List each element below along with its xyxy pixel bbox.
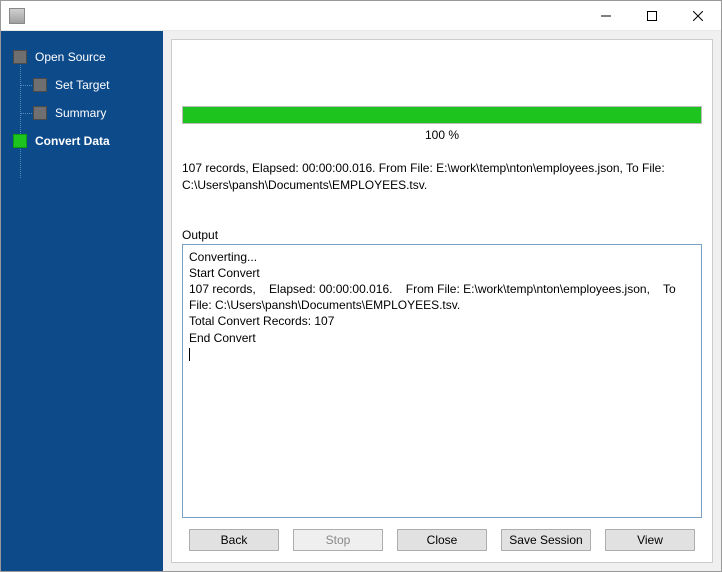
output-line: 107 records, Elapsed: 00:00:00.016. From… [189,282,679,312]
summary-text: 107 records, Elapsed: 00:00:00.016. From… [182,160,702,194]
step-label: Convert Data [35,134,110,148]
window-controls [583,1,721,31]
output-line: Converting... [189,250,257,264]
save-session-button[interactable]: Save Session [501,529,591,551]
output-label: Output [182,228,702,242]
step-convert-data[interactable]: Convert Data [1,127,163,155]
maximize-button[interactable] [629,1,675,31]
output-line: Start Convert [189,266,260,280]
close-button[interactable] [675,1,721,31]
text-caret [189,348,190,361]
content-panel: 100 % 107 records, Elapsed: 00:00:00.016… [171,39,713,563]
back-button[interactable]: Back [189,529,279,551]
step-box-icon [13,134,27,148]
main-panel: 100 % 107 records, Elapsed: 00:00:00.016… [163,31,721,571]
step-summary[interactable]: Summary [1,99,163,127]
app-icon [9,8,25,24]
stop-button[interactable]: Stop [293,529,383,551]
step-label: Summary [55,106,106,120]
step-set-target[interactable]: Set Target [1,71,163,99]
step-open-source[interactable]: Open Source [1,43,163,71]
step-box-icon [13,50,27,64]
step-box-icon [33,78,47,92]
step-label: Set Target [55,78,109,92]
body: Open Source Set Target Summary Convert D… [1,31,721,571]
output-line: Total Convert Records: 107 [189,314,334,328]
progress-fill [183,107,701,123]
wizard-sidebar: Open Source Set Target Summary Convert D… [1,31,163,571]
app-window: Open Source Set Target Summary Convert D… [0,0,722,572]
close-action-button[interactable]: Close [397,529,487,551]
minimize-button[interactable] [583,1,629,31]
view-button[interactable]: View [605,529,695,551]
button-bar: Back Stop Close Save Session View [182,518,702,554]
step-label: Open Source [35,50,106,64]
output-textarea[interactable]: Converting... Start Convert 107 records,… [182,244,702,518]
progress-bar [182,106,702,124]
output-line: End Convert [189,331,256,345]
progress-percent: 100 % [182,128,702,142]
titlebar [1,1,721,31]
progress-section: 100 % [182,106,702,142]
step-box-icon [33,106,47,120]
